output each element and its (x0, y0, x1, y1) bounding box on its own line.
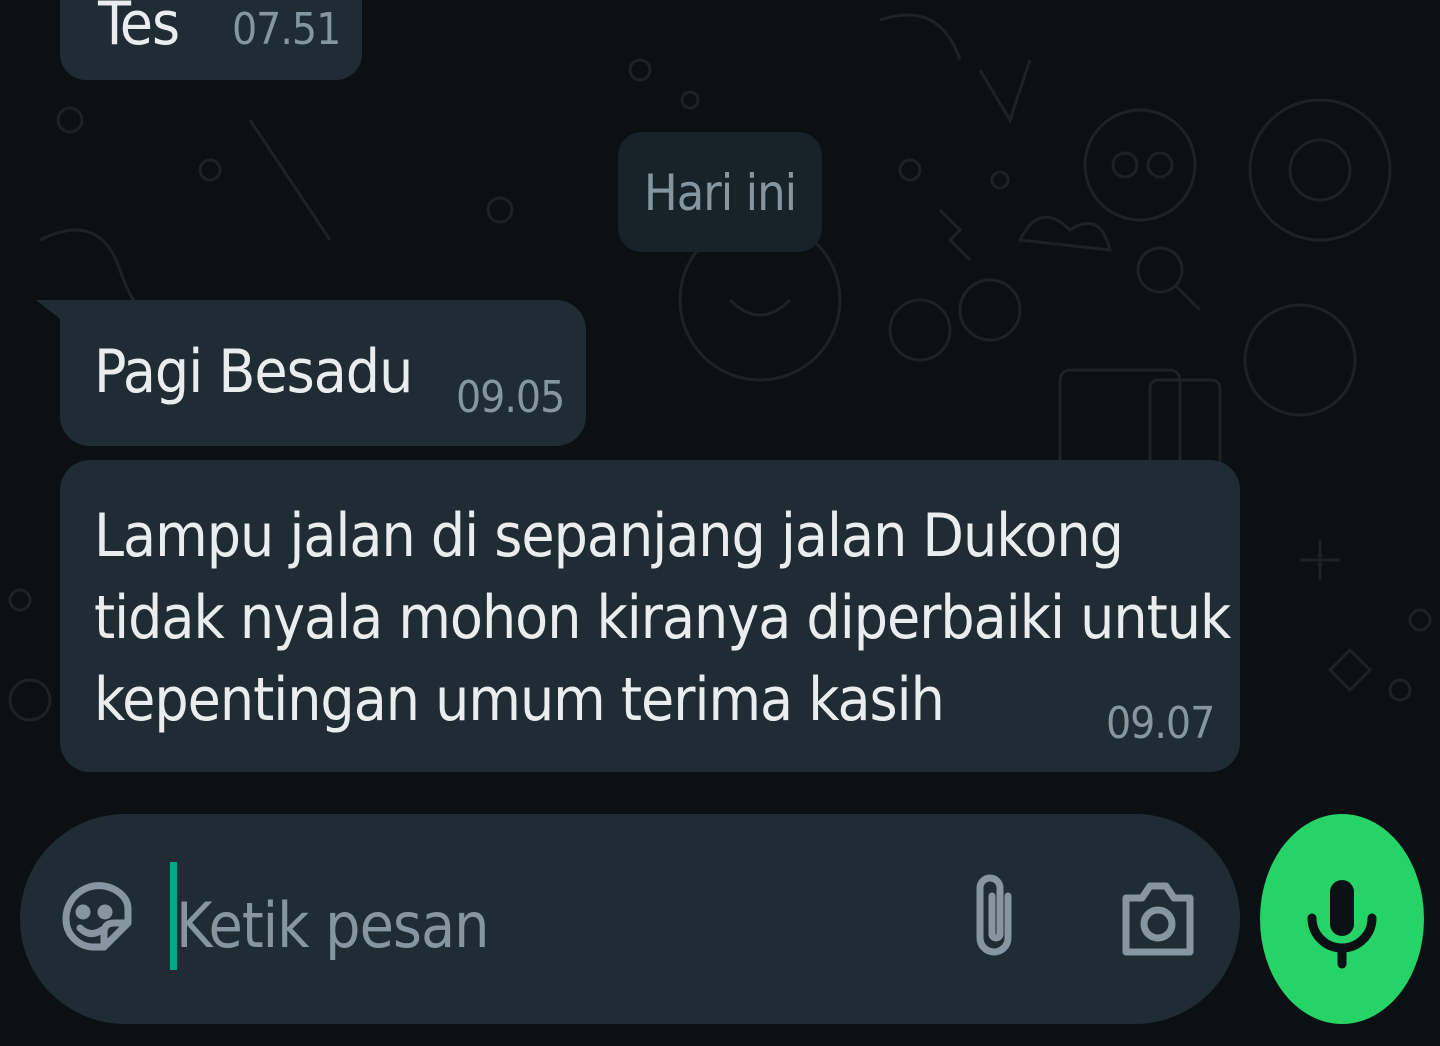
paperclip-icon[interactable] (966, 866, 1022, 966)
message-input[interactable] (174, 874, 938, 976)
message-text: Tes (98, 0, 180, 59)
camera-icon[interactable] (1118, 876, 1198, 960)
date-separator-label: Hari ini (643, 164, 797, 222)
message-time: 07.51 (232, 4, 341, 55)
microphone-icon (1307, 880, 1377, 969)
message-text-line: tidak nyala mohon kiranya diperbaiki unt… (94, 583, 1231, 653)
message-text-line: kepentingan umum terima kasih (94, 665, 945, 735)
voice-record-button[interactable] (1260, 814, 1424, 1024)
message-bubble-incoming[interactable]: Tes 07.51 (60, 0, 362, 80)
message-time: 09.07 (1106, 698, 1215, 749)
message-text-line: Lampu jalan di sepanjang jalan Dukong (94, 501, 1124, 571)
chat-screen: Tes 07.51 Hari ini Pagi Besadu 09.05 Lam… (0, 0, 1440, 1046)
message-bubble-incoming[interactable]: Pagi Besadu 09.05 (60, 300, 586, 446)
date-separator: Hari ini (618, 132, 822, 252)
sticker-icon[interactable] (56, 874, 132, 964)
message-time: 09.05 (456, 372, 565, 423)
message-bubble-incoming[interactable]: Lampu jalan di sepanjang jalan Dukong ti… (60, 460, 1240, 772)
message-text: Pagi Besadu (94, 337, 413, 407)
